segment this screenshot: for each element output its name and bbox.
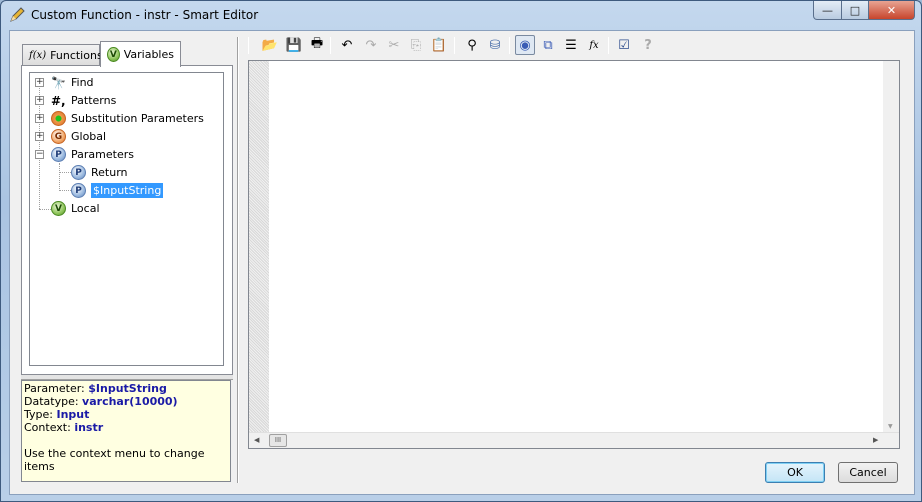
tree-label: Substitution Parameters [71,112,204,125]
expand-icon[interactable]: + [35,132,44,141]
substitution-icon [51,111,66,126]
hash-icon: #, [51,93,66,108]
validate-icon[interactable]: ☑ [614,35,634,55]
horizontal-scrollbar[interactable]: ◀ III ▶ [249,432,899,448]
toggle-validate-icon[interactable]: ◉ [515,35,535,55]
tree-label: Find [71,76,94,89]
tree-item-inputstring[interactable]: P $InputString [71,182,164,199]
tree-label: Return [91,166,128,179]
undo-icon[interactable]: ↶ [337,35,357,55]
tree-item-find[interactable]: 🔭 Find [51,74,94,91]
editor-gutter [249,61,269,432]
find-next-icon[interactable]: ⛁ [485,35,505,55]
expand-icon[interactable]: + [35,96,44,105]
find-icon[interactable]: ⚲ [462,35,482,55]
tree-item-global[interactable]: G Global [51,128,106,145]
info-panel: Parameter: $InputString Datatype: varcha… [21,380,231,482]
cut-icon[interactable]: ✂ [384,35,404,55]
variable-icon: V [51,201,66,216]
variables-tree[interactable]: + + + + − 🔭 Find #, Patterns Substitution … [29,72,224,366]
scroll-right-icon[interactable]: ▶ [873,436,878,444]
tab-variables[interactable]: V Variables [100,41,181,67]
close-button[interactable]: ✕ [868,1,915,20]
tree-label: Parameters [71,148,134,161]
list-icon[interactable]: ☰ [561,35,581,55]
binoculars-icon: 🔭 [51,75,66,90]
tab-label: Variables [123,48,174,61]
print-icon[interactable]: 🖶 [307,35,327,55]
tree-item-parameters[interactable]: P Parameters [51,146,134,163]
code-editor[interactable]: ▼ ◀ III ▶ [248,60,900,449]
variable-icon: V [107,47,120,62]
tree-label: Global [71,130,107,143]
save-icon[interactable]: 💾 [284,35,304,55]
info-label: Parameter: [24,382,85,395]
tree-item-return[interactable]: P Return [71,164,128,181]
window-frame: Custom Function - instr - Smart Editor —… [0,0,922,502]
global-icon: G [51,129,66,144]
maximize-button[interactable]: □ [841,1,869,20]
tab-functions[interactable]: f(x) Functions [22,44,103,66]
tree-item-local[interactable]: V Local [51,200,100,217]
paste-icon[interactable]: 📋 [429,35,449,55]
smart-edit-icon[interactable]: ⧉ [538,35,558,55]
scroll-left-icon[interactable]: ◀ [254,436,259,444]
window-title: Custom Function - instr - Smart Editor [31,8,259,22]
info-value: varchar(10000) [82,395,178,408]
info-label: Type: [24,408,53,421]
function-wizard-icon[interactable]: fx [584,35,604,55]
scroll-thumb[interactable]: III [269,434,287,447]
copy-icon[interactable]: ⎘ [406,35,426,55]
expand-icon[interactable]: + [35,78,44,87]
info-label: Datatype: [24,395,79,408]
redo-icon[interactable]: ↷ [361,35,381,55]
variables-panel: + + + + − 🔭 Find #, Patterns Substitution … [21,65,233,375]
info-value: Input [56,408,90,421]
pencil-icon [10,7,25,22]
tree-label: $InputString [91,183,164,198]
vertical-divider[interactable] [237,37,239,483]
open-icon[interactable]: 📂 [260,35,280,55]
info-label: Context: [24,421,71,434]
vertical-scrollbar[interactable]: ▼ [883,61,899,432]
info-value: instr [74,421,104,434]
parameter-icon: P [71,183,86,198]
tree-label: Patterns [71,94,117,107]
ok-button[interactable]: OK [765,462,825,483]
info-value: $InputString [88,382,167,395]
help-icon[interactable]: ? [638,35,658,55]
expand-icon[interactable]: + [35,114,44,123]
tree-item-substitution-parameters[interactable]: Substitution Parameters [51,110,204,127]
info-hint: Use the context menu to change items [24,447,205,473]
parameter-icon: P [71,165,86,180]
dialog-client: f(x) Functions V Variables + + + + − 🔭 Fi… [9,30,915,495]
parameter-icon: P [51,147,66,162]
tree-label: Local [71,202,100,215]
tree-item-patterns[interactable]: #, Patterns [51,92,116,109]
collapse-icon[interactable]: − [35,150,44,159]
function-icon: f(x) [29,50,47,61]
minimize-button[interactable]: — [813,1,842,20]
tab-label: Functions [50,49,103,62]
cancel-button[interactable]: Cancel [838,462,898,483]
